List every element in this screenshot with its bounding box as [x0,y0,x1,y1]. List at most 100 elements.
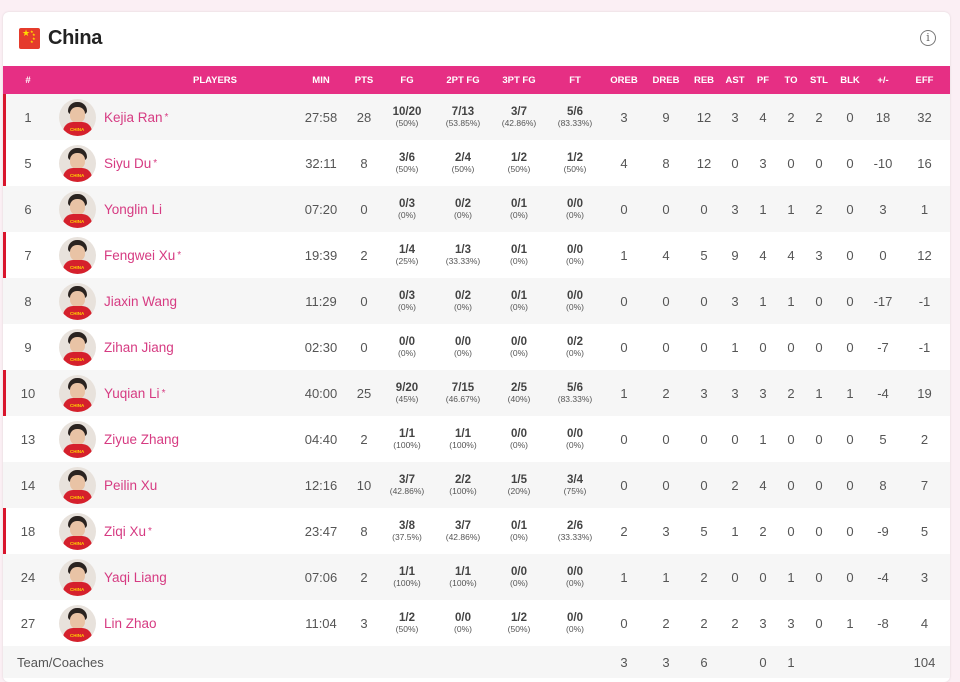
column-header-stl[interactable]: STL [805,66,833,94]
column-header-pts[interactable]: PTS [349,66,379,94]
percentage: (0%) [510,531,528,542]
percentage: (75%) [563,485,587,496]
column-header-blk[interactable]: BLK [833,66,867,94]
percentage: (42.86%) [389,485,425,496]
stat-oreb: 0 [620,477,628,493]
column-header-eff[interactable]: EFF [899,66,950,94]
percentage: (0%) [566,577,584,588]
stat-oreb: 0 [620,615,628,631]
column-header-ft[interactable]: FT [547,66,603,94]
stat-dreb: 8 [662,155,670,171]
stat-blk: 1 [846,385,854,401]
starter-mark: * [148,525,152,537]
made-attempted: 1/4 [399,243,415,256]
player-name-link[interactable]: Yaqi Liang [104,570,167,585]
jersey-number-text: 1 [24,109,32,125]
made-attempted: 1/2 [511,611,527,624]
made-attempted: 0/0 [399,335,415,348]
percentage: (25%) [395,255,419,266]
made-attempted: 7/13 [451,105,475,118]
stat-blk: 0 [846,201,854,217]
stat-reb: 12 [696,155,712,171]
column-header-players[interactable]: PLAYERS [53,66,293,94]
shooting-fg: 3/7 (42.86%) [379,462,435,508]
column-header-dreb[interactable]: DREB [645,66,687,94]
stat-eff: 2 [920,431,929,447]
player-name-link[interactable]: Siyu Du [104,156,151,171]
shooting-fg: 3/8 (37.5%) [379,508,435,554]
shooting-fg2: 2/2 (100%) [435,462,491,508]
player-name-link[interactable]: Yuqian Li [104,386,160,401]
team-stl [805,646,833,678]
made-attempted: 1/2 [567,151,583,164]
shooting-ft: 0/0 (0%) [547,554,603,600]
stat-pm: 8 [879,477,887,493]
column-header-pm[interactable]: +/- [867,66,899,94]
stat-pf: 2 [759,523,767,539]
stat-eff: 12 [917,247,932,263]
column-header-reb[interactable]: REB [687,66,721,94]
team-to: 1 [787,654,795,670]
player-avatar: CHINA [59,374,96,412]
player-name-link[interactable]: Ziyue Zhang [104,432,179,447]
player-name-link[interactable]: Zihan Jiang [104,340,174,355]
player-name-link[interactable]: Kejia Ran [104,110,163,125]
column-header-fg2[interactable]: 2PT FG [435,66,491,94]
shooting-fg2: 0/0 (0%) [435,324,491,370]
shooting-ft: 0/2 (0%) [547,324,603,370]
stat-blk: 0 [846,293,854,309]
column-header-num[interactable]: # [3,66,53,94]
stat-to: 1 [787,293,795,309]
player-name-link[interactable]: Jiaxin Wang [104,294,177,309]
info-icon[interactable]: i [920,30,936,46]
column-header-to[interactable]: TO [777,66,805,94]
column-header-oreb[interactable]: OREB [603,66,645,94]
column-header-fg3[interactable]: 3PT FG [491,66,547,94]
player-name-link[interactable]: Lin Zhao [104,616,157,631]
player-cell: CHINA Lin Zhao [53,600,293,646]
shooting-fg2: 0/2 (0%) [435,278,491,324]
jersey-number-text: 13 [20,431,36,447]
column-header-min[interactable]: MIN [293,66,349,94]
shooting-fg: 3/6 (50%) [379,140,435,186]
column-header-ast[interactable]: AST [721,66,749,94]
stat-blk: 0 [846,431,854,447]
player-name-link[interactable]: Peilin Xu [104,478,157,493]
stat-pf: 1 [759,431,767,447]
stat-oreb: 2 [620,523,628,539]
column-header-pf[interactable]: PF [749,66,777,94]
percentage: (50%) [395,117,419,128]
stat-to: 0 [787,431,795,447]
stat-oreb: 1 [620,569,628,585]
shooting-fg2: 1/3 (33.33%) [435,232,491,278]
shooting-fg2: 1/1 (100%) [435,554,491,600]
stat-reb: 12 [696,109,712,125]
stat-stl: 0 [815,477,823,493]
column-header-fg[interactable]: FG [379,66,435,94]
percentage: (0%) [566,255,584,266]
player-name-link[interactable]: Fengwei Xu [104,248,175,263]
percentage: (100%) [449,577,477,588]
stat-to: 1 [787,201,795,217]
percentage: (42.86%) [445,531,481,542]
player-name-link[interactable]: Ziqi Xu [104,524,146,539]
minutes: 12:16 [304,477,338,493]
stat-eff: -1 [918,339,931,355]
stat-ast: 0 [731,431,739,447]
stat-pm: -8 [877,615,889,631]
shooting-fg: 1/1 (100%) [379,554,435,600]
stat-pm: -7 [877,339,889,355]
jersey-number-text: 6 [24,201,32,217]
player-info: CHINA Siyu Du * [53,144,293,182]
percentage: (50%) [563,163,587,174]
stat-oreb: 0 [620,431,628,447]
player-name-link[interactable]: Yonglin Li [104,202,162,217]
stat-pm: -10 [873,155,893,171]
player-cell: CHINA Ziyue Zhang [53,416,293,462]
player-avatar: CHINA [59,98,96,136]
team-coaches-label: Team/Coaches [17,654,104,670]
stat-oreb: 0 [620,293,628,309]
percentage: (42.86%) [501,117,537,128]
player-avatar: CHINA [59,512,96,550]
stat-eff: 3 [920,569,929,585]
